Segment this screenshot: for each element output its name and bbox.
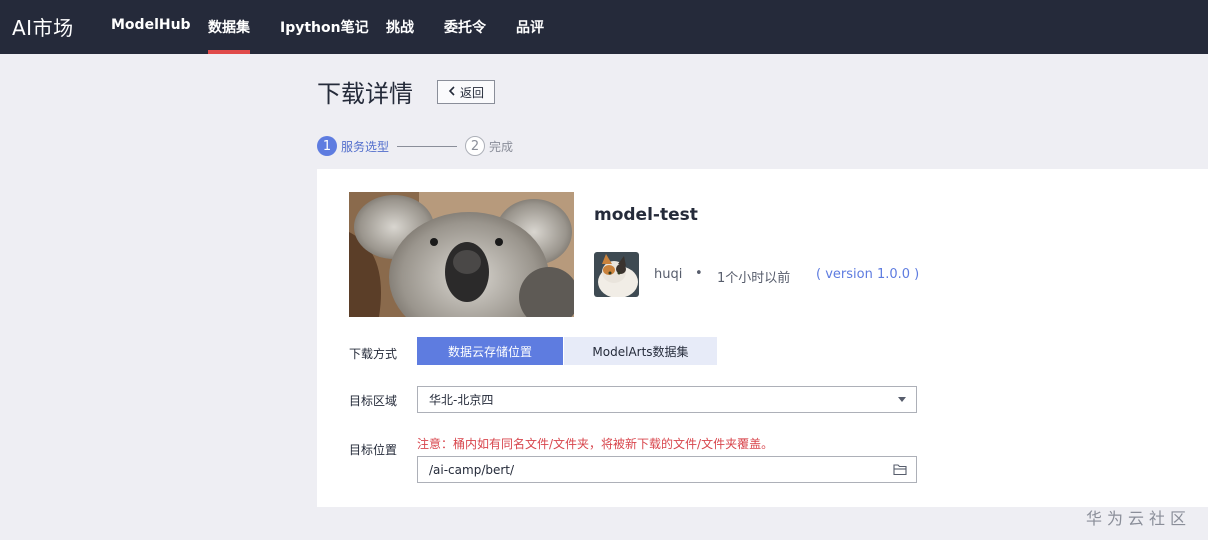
step-2-indicator: 2 [465, 136, 485, 156]
target-region-select[interactable]: 华北-北京四 [417, 386, 917, 413]
active-nav-indicator [208, 50, 250, 54]
target-location-label: 目标位置 [349, 443, 398, 457]
top-nav-bar: AI市场 ModelHub 数据集 Ipython笔记 挑战 委托令 品评 [0, 0, 1208, 54]
page-title: 下载详情 [317, 80, 413, 108]
watermark: 华为云社区 [1086, 509, 1192, 528]
folder-icon[interactable] [893, 463, 907, 476]
nav-item-modelhub[interactable]: ModelHub [111, 17, 191, 33]
method-option-cloud-storage[interactable]: 数据云存储位置 [417, 337, 563, 365]
version-label: ( version 1.0.0 ) [816, 267, 920, 282]
overwrite-warning: 注意：桶内如有同名文件/文件夹，将被新下载的文件/文件夹覆盖。 [417, 437, 774, 451]
nav-item-commission[interactable]: 委托令 [444, 17, 486, 37]
nav-item-datasets[interactable]: 数据集 [208, 17, 250, 37]
step-1-label: 服务选型 [341, 140, 390, 154]
target-location-value: /ai-camp/bert/ [429, 462, 515, 477]
step-1-indicator: 1 [317, 136, 337, 156]
updated-time: 1个小时以前 [717, 271, 791, 286]
step-2-label: 完成 [489, 140, 514, 154]
back-button[interactable]: 返回 [437, 80, 495, 104]
target-region-value: 华北-北京四 [429, 393, 494, 407]
step-connector [397, 146, 457, 147]
author-name[interactable]: huqi [654, 267, 682, 282]
author-avatar[interactable] [594, 252, 639, 297]
nav-item-ipython-notebook[interactable]: Ipython笔记 [280, 17, 369, 37]
chevron-left-icon [448, 85, 456, 99]
nav-item-review[interactable]: 品评 [516, 17, 544, 37]
back-button-label: 返回 [459, 85, 484, 100]
dataset-cover-image [349, 192, 574, 317]
method-option-modelarts-dataset[interactable]: ModelArts数据集 [564, 337, 717, 365]
dataset-name: model-test [594, 205, 698, 225]
dropdown-arrow-icon [898, 397, 906, 402]
target-region-label: 目标区域 [349, 394, 398, 408]
brand-logo[interactable]: AI市场 [12, 12, 74, 41]
download-method-label: 下载方式 [349, 347, 398, 361]
target-location-input[interactable]: /ai-camp/bert/ [417, 456, 917, 483]
meta-separator: • [695, 266, 703, 281]
nav-item-challenge[interactable]: 挑战 [386, 17, 414, 37]
